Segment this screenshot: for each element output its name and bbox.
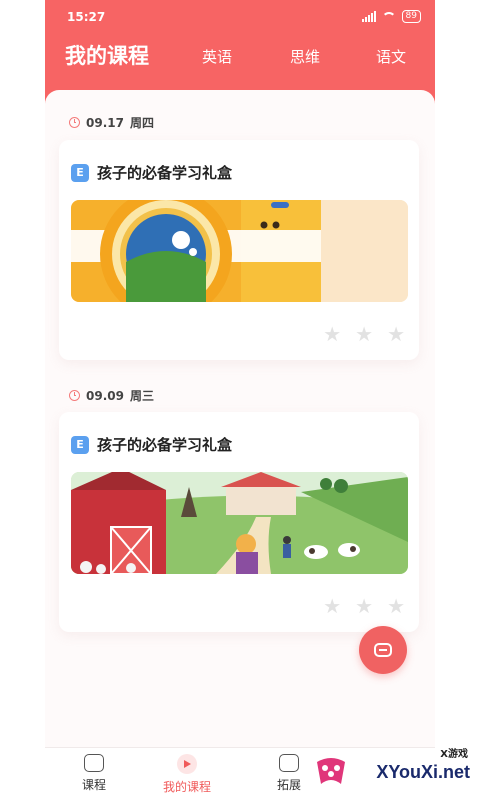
phone-screen: 15:27 89 我的课程 英语 思维 语文 09.17 周四 E 孩子的必备学… — [45, 0, 435, 800]
nav-label: 课程 — [82, 778, 107, 792]
tab-my-courses[interactable]: 我的课程 — [65, 40, 149, 70]
english-badge-icon: E — [71, 163, 89, 182]
wifi-icon — [381, 11, 396, 22]
date: 09.09 — [86, 388, 124, 403]
chat-icon — [374, 643, 392, 657]
date-row: 09.09 周三 — [69, 387, 154, 404]
english-badge-icon: E — [71, 435, 89, 454]
nav-label: 我的课程 — [163, 780, 212, 794]
weekday: 周三 — [129, 389, 154, 403]
star-icon: ★ — [323, 594, 342, 618]
rating-stars: ★ ★ ★ — [323, 594, 405, 618]
tab-english[interactable]: 英语 — [202, 46, 232, 67]
card-title: 孩子的必备学习礼盒 — [97, 164, 233, 182]
tab-chinese[interactable]: 语文 — [376, 46, 406, 67]
card-title: 孩子的必备学习礼盒 — [97, 436, 233, 454]
bookmark-icon — [84, 754, 104, 772]
nav-item-courses[interactable]: 课程 — [82, 754, 106, 793]
alarm-clock-icon — [69, 390, 80, 401]
course-card[interactable]: E 孩子的必备学习礼盒 ★ ★ ★ — [59, 412, 419, 632]
star-icon: ★ — [323, 322, 342, 346]
card-title-row: E 孩子的必备学习礼盒 — [71, 434, 232, 455]
weekday: 周四 — [129, 116, 154, 130]
star-icon: ★ — [387, 322, 405, 346]
status-icons: 89 — [361, 10, 421, 23]
right-margin — [435, 0, 480, 800]
status-bar: 15:27 89 — [67, 10, 421, 26]
card-title-row: E 孩子的必备学习礼盒 — [71, 162, 232, 183]
chat-fab-button[interactable] — [359, 626, 407, 674]
farm-illustration — [71, 472, 408, 574]
camera-illustration — [71, 200, 408, 302]
nav-label: 拓展 — [277, 778, 302, 792]
star-icon: ★ — [387, 594, 405, 618]
nav-item-my-courses[interactable]: 我的课程 — [163, 754, 211, 795]
battery-icon: 89 — [401, 10, 421, 23]
left-margin — [0, 0, 45, 800]
star-icon: ★ — [355, 322, 374, 346]
date: 09.17 — [86, 115, 124, 130]
nav-item-extend[interactable]: 拓展 — [277, 754, 301, 793]
alarm-clock-icon — [69, 117, 80, 128]
compass-icon — [279, 754, 299, 772]
watermark: X游戏 XYouXi.net — [305, 740, 480, 800]
course-card[interactable]: E 孩子的必备学习礼盒 ★ ★ ★ — [59, 140, 419, 360]
status-time: 15:27 — [67, 10, 106, 24]
watermark-text: XYouXi.net — [376, 762, 470, 782]
watermark-sub: X游戏 — [440, 749, 468, 760]
gamepad-logo-icon — [317, 758, 345, 784]
tab-thinking[interactable]: 思维 — [290, 46, 320, 67]
course-tabs: 我的课程 英语 思维 语文 — [65, 38, 435, 74]
date-row: 09.17 周四 — [69, 114, 154, 131]
star-icon: ★ — [355, 594, 374, 618]
signal-icon — [361, 11, 376, 22]
play-icon — [177, 754, 197, 774]
rating-stars: ★ ★ ★ — [323, 322, 405, 346]
